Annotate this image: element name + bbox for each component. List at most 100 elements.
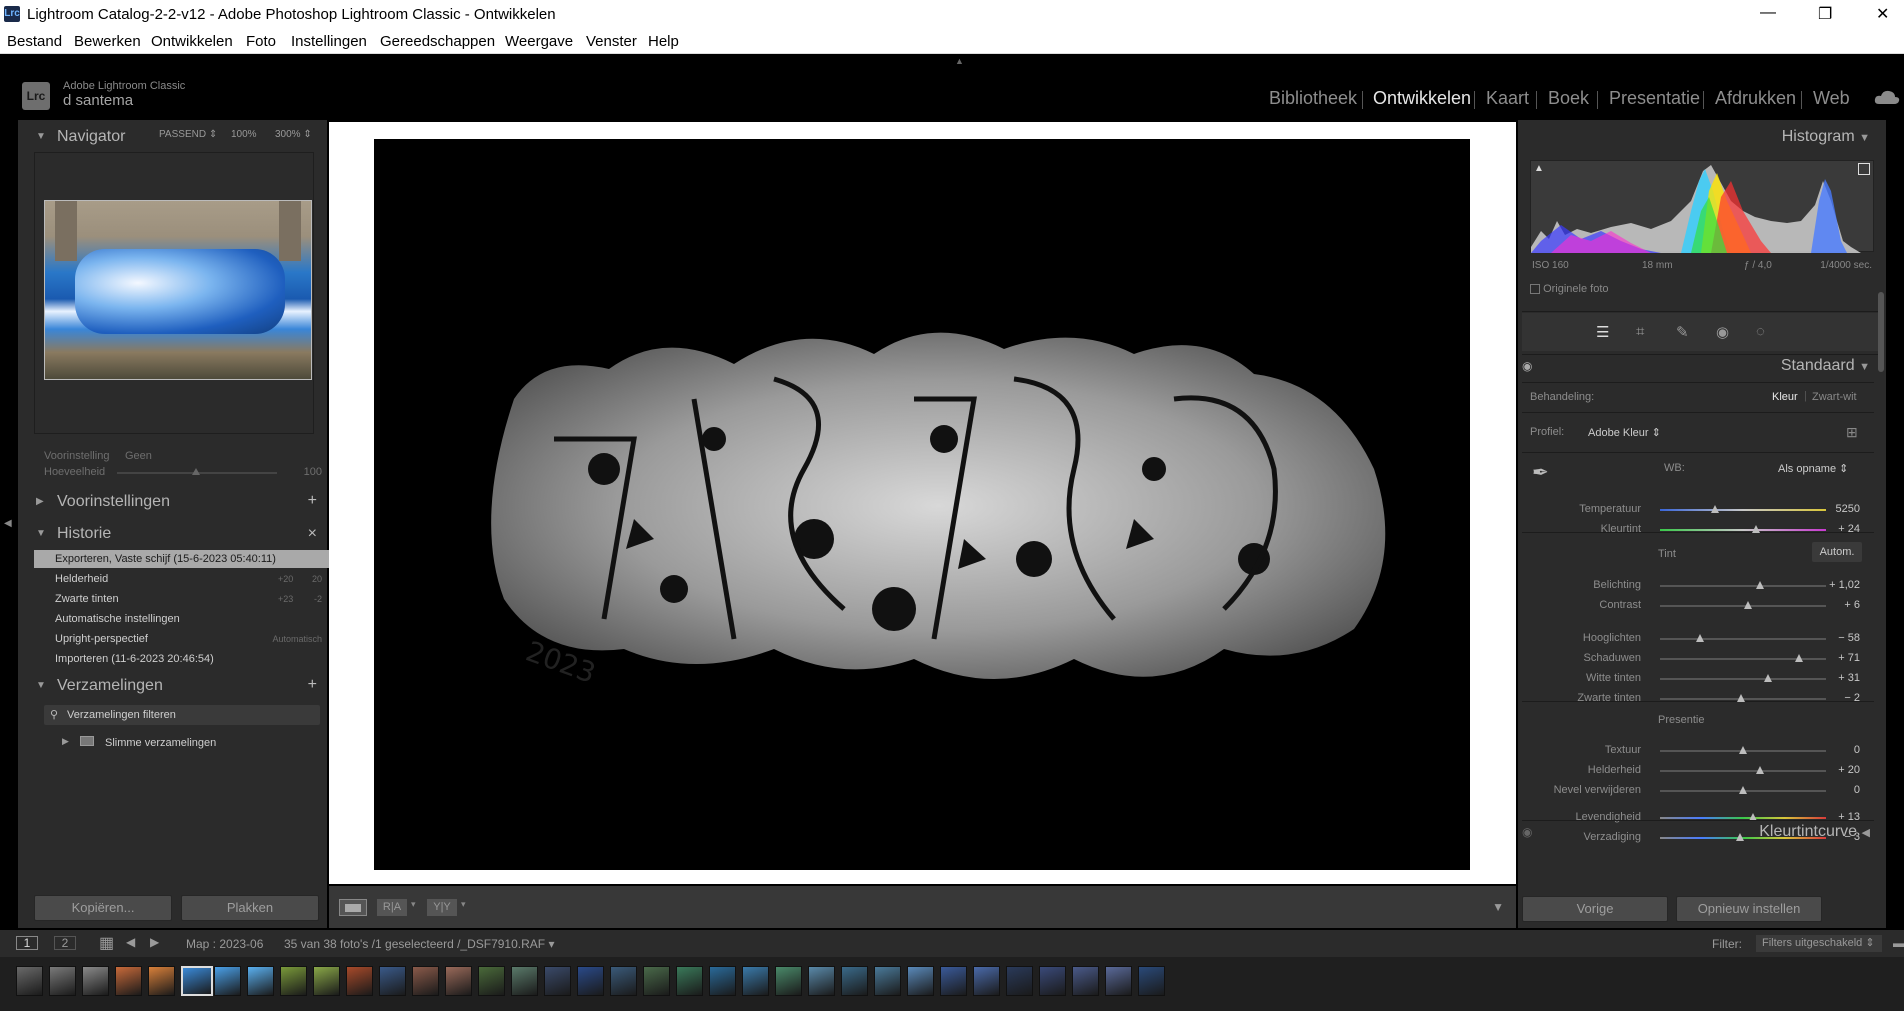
- filter-dropdown[interactable]: Filters uitgeschakeld ⇕: [1756, 935, 1882, 952]
- navigator-thumbnail[interactable]: [44, 200, 312, 380]
- slider-value[interactable]: 0: [1854, 744, 1860, 756]
- tone-curve-header[interactable]: Kleurtintcurve ◀: [1759, 823, 1870, 841]
- window-2-button[interactable]: 2: [54, 936, 76, 950]
- crop-icon[interactable]: ⌗: [1636, 323, 1644, 340]
- source-label[interactable]: Map : 2023-06: [186, 937, 263, 951]
- presets-header[interactable]: ▶ Voorinstellingen +: [18, 489, 327, 515]
- copy-button[interactable]: Kopiëren...: [34, 895, 172, 921]
- slider-value[interactable]: + 71: [1838, 652, 1860, 664]
- filmstrip-thumbnail[interactable]: [214, 966, 241, 996]
- close-button[interactable]: ✕: [1876, 4, 1889, 24]
- cloud-icon[interactable]: [1874, 89, 1900, 105]
- slider-helderheid[interactable]: Helderheid + 20: [1518, 761, 1886, 779]
- filmstrip-thumbnail[interactable]: [742, 966, 769, 996]
- slider-value[interactable]: − 58: [1838, 632, 1860, 644]
- filmstrip-thumbnail[interactable]: [115, 966, 142, 996]
- filmstrip-thumbnail[interactable]: [16, 966, 43, 996]
- slider-track[interactable]: [1660, 585, 1826, 587]
- slider-belichting[interactable]: Belichting + 1,02: [1518, 576, 1886, 594]
- slider-witte-tinten[interactable]: Witte tinten + 31: [1518, 669, 1886, 687]
- filmstrip-thumbnail[interactable]: [841, 966, 868, 996]
- filmstrip-thumbnail[interactable]: [247, 966, 274, 996]
- filmstrip-thumbnail[interactable]: [445, 966, 472, 996]
- slider-value[interactable]: + 31: [1838, 672, 1860, 684]
- forward-arrow-icon[interactable]: ▶: [150, 935, 159, 949]
- zoom-100[interactable]: 100%: [231, 129, 257, 140]
- auto-tone-button[interactable]: Autom.: [1812, 542, 1862, 562]
- visibility-eye-icon[interactable]: ◉: [1522, 825, 1532, 839]
- menu-ontwikkelen[interactable]: Ontwikkelen: [151, 33, 233, 50]
- module-ontwikkelen[interactable]: Ontwikkelen: [1373, 88, 1471, 109]
- collections-header[interactable]: ▼ Verzamelingen +: [18, 673, 327, 699]
- basic-header[interactable]: Standaard ▼: [1781, 357, 1870, 375]
- history-item[interactable]: Importeren (11-6-2023 20:46:54): [34, 650, 330, 668]
- add-preset-button[interactable]: +: [308, 492, 317, 510]
- history-item[interactable]: Exporteren, Vaste schijf (15-6-2023 05:4…: [34, 550, 330, 568]
- filmstrip-toggle-icon[interactable]: ▬: [1893, 936, 1904, 950]
- collections-filter[interactable]: ⚲ Verzamelingen filteren: [44, 705, 320, 725]
- slider-thumb[interactable]: [1737, 694, 1746, 702]
- original-photo-toggle[interactable]: Originele foto: [1530, 283, 1609, 295]
- menu-bewerken[interactable]: Bewerken: [74, 33, 141, 50]
- filmstrip-thumbnail[interactable]: [1006, 966, 1033, 996]
- wb-eyedropper-icon[interactable]: ✒: [1532, 460, 1549, 485]
- filmstrip-thumbnail[interactable]: [379, 966, 406, 996]
- histogram-header[interactable]: Histogram ▼: [1782, 128, 1870, 146]
- previous-button[interactable]: Vorige: [1522, 896, 1668, 922]
- red-eye-icon[interactable]: ◉: [1716, 323, 1729, 341]
- filmstrip-thumbnail[interactable]: [1138, 966, 1165, 996]
- slider-track[interactable]: [1660, 770, 1826, 772]
- history-item[interactable]: Helderheid +20 20: [34, 570, 330, 588]
- histogram[interactable]: ▲: [1530, 160, 1874, 253]
- history-item[interactable]: Zwarte tinten +23 -2: [34, 590, 330, 608]
- filmstrip-thumbnail[interactable]: [643, 966, 670, 996]
- slider-textuur[interactable]: Textuur 0: [1518, 741, 1886, 759]
- slider-thumb[interactable]: [1695, 634, 1704, 642]
- slider-zwarte-tinten[interactable]: Zwarte tinten − 2: [1518, 689, 1886, 707]
- collapse-top-icon[interactable]: ▲: [955, 56, 964, 66]
- history-item[interactable]: Automatische instellingen: [34, 610, 330, 628]
- photo-count[interactable]: 35 van 38 foto's /1 geselecteerd /_DSF79…: [284, 937, 554, 951]
- filmstrip-thumbnail[interactable]: [1105, 966, 1132, 996]
- back-arrow-icon[interactable]: ◀: [126, 935, 135, 949]
- history-item[interactable]: Upright-perspectief Automatisch: [34, 630, 330, 648]
- slider-thumb[interactable]: [1743, 601, 1752, 609]
- slider-track[interactable]: [1660, 529, 1826, 531]
- clear-history-button[interactable]: ×: [308, 525, 317, 543]
- wb-dropdown[interactable]: Als opname ⇕: [1778, 462, 1848, 475]
- slider-value[interactable]: + 1,02: [1829, 579, 1860, 591]
- module-bibliotheek[interactable]: Bibliotheek: [1269, 88, 1357, 109]
- panel-scrollbar[interactable]: [1878, 292, 1884, 372]
- filmstrip-thumbnail[interactable]: [544, 966, 571, 996]
- filmstrip-thumbnail[interactable]: [82, 966, 109, 996]
- module-afdrukken[interactable]: Afdrukken: [1715, 88, 1796, 109]
- slider-kleurtint[interactable]: Kleurtint + 24: [1518, 520, 1886, 538]
- filmstrip-thumbnail[interactable]: [709, 966, 736, 996]
- slider-thumb[interactable]: [1710, 505, 1719, 513]
- shadow-clipping-icon[interactable]: ▲: [1534, 163, 1544, 174]
- filmstrip-thumbnail[interactable]: [577, 966, 604, 996]
- treatment-bw-option[interactable]: Zwart-wit: [1812, 391, 1857, 403]
- slider-track[interactable]: [1660, 509, 1826, 511]
- slider-thumb[interactable]: [1735, 833, 1744, 841]
- filmstrip-thumbnail[interactable]: [874, 966, 901, 996]
- profile-browser-icon[interactable]: ⊞: [1846, 424, 1858, 441]
- menu-gereedschappen[interactable]: Gereedschappen: [380, 33, 495, 50]
- slider-value[interactable]: − 2: [1844, 692, 1860, 704]
- menu-instellingen[interactable]: Instellingen: [291, 33, 367, 50]
- slider-thumb[interactable]: [1755, 581, 1764, 589]
- slider-thumb[interactable]: [1763, 674, 1772, 682]
- slider-value[interactable]: 0: [1854, 784, 1860, 796]
- paste-button[interactable]: Plakken: [181, 895, 319, 921]
- smart-collections-item[interactable]: ▶ Slimme verzamelingen: [62, 734, 322, 752]
- slider-nevel-verwijderen[interactable]: Nevel verwijderen 0: [1518, 781, 1886, 799]
- history-header[interactable]: ▼ Historie ×: [18, 521, 327, 547]
- filmstrip-thumbnail[interactable]: [49, 966, 76, 996]
- chevron-down-icon[interactable]: ▾: [411, 899, 416, 910]
- left-panel-toggle-icon[interactable]: ◀: [4, 518, 12, 529]
- filmstrip-thumbnail[interactable]: [1072, 966, 1099, 996]
- slider-value[interactable]: + 20: [1838, 764, 1860, 776]
- minimize-button[interactable]: —: [1760, 4, 1776, 22]
- slider-hooglichten[interactable]: Hooglichten − 58: [1518, 629, 1886, 647]
- filmstrip-thumbnail[interactable]: [148, 966, 175, 996]
